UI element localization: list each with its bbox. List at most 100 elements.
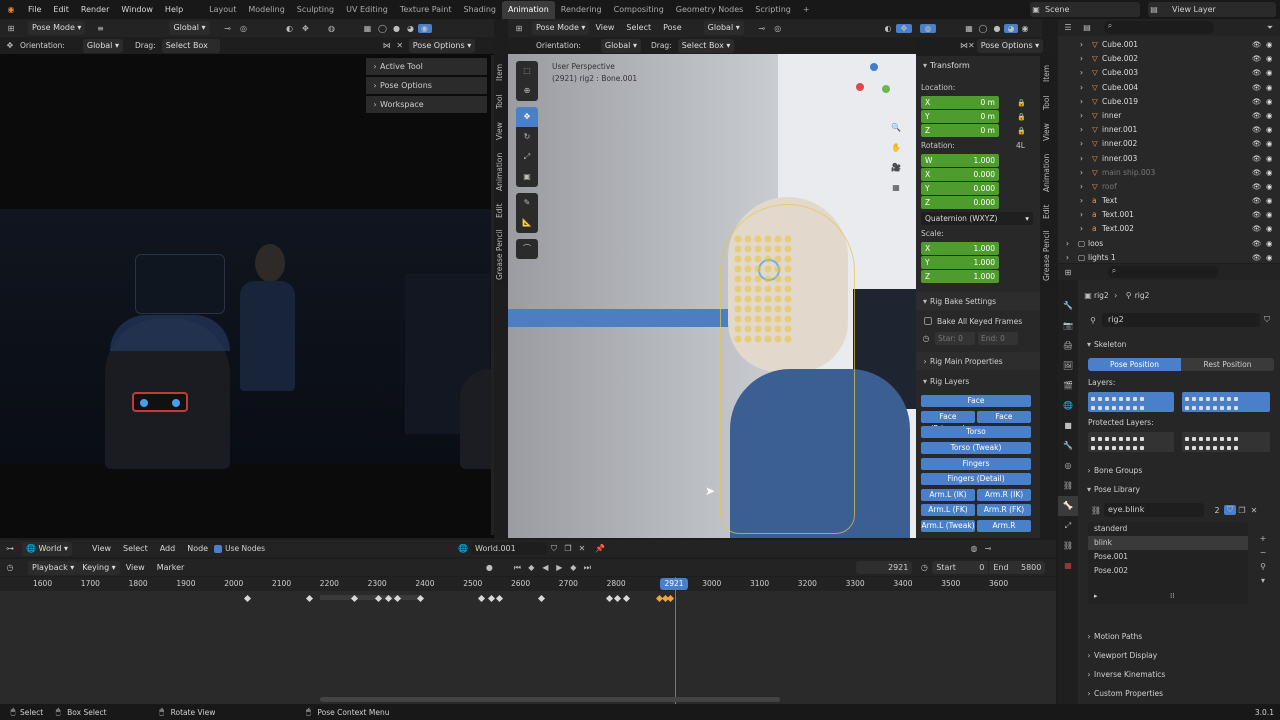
bone-constraint-tab-icon[interactable]: ⛓	[1058, 536, 1078, 556]
visibility-eye-icon[interactable]: 👁	[1252, 237, 1262, 251]
pose-item-pose-001[interactable]: Pose.001	[1088, 550, 1248, 564]
snap-icon[interactable]: ⊸	[981, 544, 995, 553]
outliner-row[interactable]: › ▽ main ship.003 👁 ◉	[1058, 166, 1280, 180]
pan-hand-icon[interactable]: ✋	[888, 143, 904, 163]
tab-geometry-nodes[interactable]: Geometry Nodes	[670, 1, 749, 19]
rotation-z-field[interactable]: Z 0.000	[921, 196, 999, 209]
keyframe-diamond[interactable]	[622, 594, 631, 603]
bone-groups-header[interactable]: › Bone Groups	[1084, 463, 1142, 477]
axis-y-icon[interactable]	[882, 85, 890, 93]
node-editor-icon[interactable]: ⊶	[0, 544, 20, 553]
render-visibility-icon[interactable]: ◉	[1266, 81, 1273, 95]
library-name-field[interactable]: eye.blink	[1104, 503, 1204, 517]
snap-icon[interactable]: ⊸	[220, 24, 236, 33]
playhead-frame-label[interactable]: 2921	[660, 578, 688, 590]
visibility-eye-icon[interactable]: 👁	[1252, 251, 1262, 265]
right-viewport[interactable]: ⊞ Pose Mode ▾ View Select Pose Global ▾ …	[508, 19, 916, 538]
pose-position-button[interactable]: Pose Position	[1088, 358, 1181, 371]
outliner-row[interactable]: › a Text.001 👁 ◉	[1058, 208, 1280, 222]
lock-icon[interactable]: 🔒	[1017, 124, 1027, 138]
drag-dropdown[interactable]: Select Box	[161, 38, 220, 53]
mirror-icon[interactable]: ⋈	[960, 41, 968, 50]
layer-face-primary-button[interactable]: Face (Primary)	[921, 411, 975, 433]
layer-face-button[interactable]: Face	[921, 395, 1031, 407]
scale-y-field[interactable]: Y 1.000	[921, 256, 999, 269]
camera-view-icon[interactable]: 🎥	[888, 163, 904, 183]
layer-torso-button[interactable]: Torso	[921, 426, 1031, 438]
location-x-field[interactable]: X 0 m	[921, 96, 999, 109]
add-pose-icon[interactable]: +	[1257, 532, 1269, 546]
menu-help[interactable]: Help	[159, 1, 189, 19]
tab-shading[interactable]: Shading	[457, 1, 502, 19]
perspective-grid-icon[interactable]: ▦	[888, 183, 904, 203]
tab-animation[interactable]: Animation	[501, 0, 555, 19]
bake-start-field[interactable]: Star: 0	[935, 332, 975, 345]
outliner-row[interactable]: › ▽ Cube.004 👁 ◉	[1058, 81, 1280, 95]
navigation-gizmo[interactable]	[854, 63, 894, 107]
apply-pose-icon[interactable]: ⚲	[1257, 560, 1269, 574]
start-frame-field[interactable]: Start 0	[932, 561, 989, 574]
tab-edit[interactable]: Edit	[1042, 202, 1051, 222]
end-frame-field[interactable]: End 5800	[989, 561, 1046, 574]
expand-arrow-icon[interactable]: ›	[1080, 66, 1083, 80]
action-icon[interactable]: ⛓	[1088, 506, 1104, 515]
menu-node[interactable]: Node	[181, 540, 214, 558]
bake-all-checkbox[interactable]	[924, 317, 932, 325]
timeline-scrollbar[interactable]	[320, 697, 780, 702]
shading-rendered-icon[interactable]: ◉	[1018, 24, 1032, 33]
world-name-field[interactable]: World.001	[471, 542, 547, 555]
unlink-x-icon[interactable]: ✕	[1248, 506, 1260, 515]
close-x-icon[interactable]: ✕	[968, 41, 975, 50]
menu-select[interactable]: Select	[620, 19, 657, 37]
keyframe-diamond[interactable]	[666, 594, 675, 603]
cursor-icon[interactable]: ⊕	[516, 81, 538, 101]
outliner-editor-icon[interactable]: ☰	[1058, 23, 1078, 32]
world-data-icon[interactable]: 🌐	[455, 544, 471, 553]
outliner-search-input[interactable]: ⌕	[1104, 21, 1214, 34]
tab-tool[interactable]: Tool	[1042, 92, 1051, 114]
tab-edit[interactable]: Edit	[495, 201, 504, 221]
tab-grease-pencil[interactable]: Grease Pencil	[1042, 228, 1051, 284]
menu-add[interactable]: Add	[154, 540, 182, 558]
tab-uv-editing[interactable]: UV Editing	[340, 1, 394, 19]
outliner-row[interactable]: › ▽ inner.002 👁 ◉	[1058, 137, 1280, 151]
outliner-row[interactable]: › ▽ inner 👁 ◉	[1058, 109, 1280, 123]
inverse-kinematics-header[interactable]: › Inverse Kinematics	[1084, 667, 1165, 681]
hamburger-icon[interactable]: ≡	[91, 24, 109, 33]
tab-view[interactable]: View	[495, 119, 504, 143]
visibility-eye-icon[interactable]: 👁	[1252, 52, 1262, 66]
pose-item-blink[interactable]: blink	[1088, 536, 1248, 550]
protected-block-2[interactable]	[1182, 432, 1270, 452]
tab-rendering[interactable]: Rendering	[555, 1, 608, 19]
library-users-count[interactable]: 2	[1210, 506, 1224, 515]
visibility-eye-icon[interactable]: 👁	[1252, 194, 1262, 208]
expand-arrow-icon[interactable]: ›	[1066, 251, 1069, 265]
select-box-icon[interactable]: ⬚	[516, 61, 538, 81]
viewport-display-header[interactable]: › Viewport Display	[1084, 648, 1157, 662]
proportional-edit-icon[interactable]: ◎	[236, 24, 252, 33]
shading-solid-icon[interactable]: ●	[390, 24, 404, 33]
render-visibility-icon[interactable]: ◉	[1266, 123, 1273, 137]
scene-tab-icon[interactable]: 🎬	[1058, 376, 1078, 396]
unlink-x-icon[interactable]: ✕	[575, 544, 589, 553]
scene-selector[interactable]: ▣ Scene	[1030, 2, 1140, 17]
mode-dropdown[interactable]: Pose Mode ▾	[28, 21, 86, 35]
pose-library-header[interactable]: ▾ Pose Library	[1084, 482, 1140, 496]
render-visibility-icon[interactable]: ◉	[1266, 66, 1273, 80]
list-resize-handle[interactable]: ⁞⁞	[1170, 592, 1174, 600]
shader-type-dropdown[interactable]: 🌐 World ▾	[22, 541, 73, 556]
render-visibility-icon[interactable]: ◉	[1266, 52, 1273, 66]
rotate-icon[interactable]: ↻	[516, 127, 538, 147]
annotate-icon[interactable]: ✎	[516, 193, 538, 213]
shading-material-icon[interactable]: ◕	[404, 24, 418, 33]
gizmo-toggle-icon[interactable]: ✥	[896, 23, 912, 33]
overlay-icon[interactable]: ◍	[967, 544, 981, 553]
world-tab-icon[interactable]: 🌐	[1058, 396, 1078, 416]
object-tab-icon[interactable]: ■	[1058, 416, 1078, 436]
outliner-row[interactable]: › ▽ roof 👁 ◉	[1058, 180, 1280, 194]
skeleton-header[interactable]: ▾ Skeleton	[1084, 337, 1126, 351]
menu-view[interactable]: View	[589, 19, 620, 37]
view-layer-tab-icon[interactable]: 🖼	[1058, 356, 1078, 376]
menu-marker[interactable]: Marker	[151, 559, 191, 577]
outliner-row[interactable]: › ▢ loos 👁 ◉	[1058, 237, 1280, 251]
